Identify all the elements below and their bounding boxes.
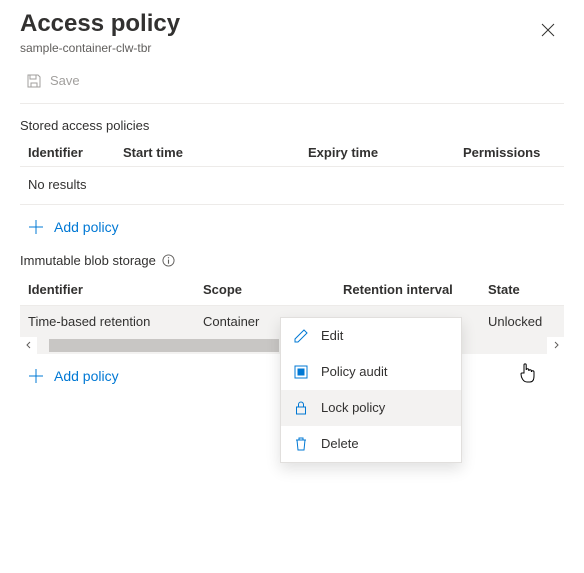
col-identifier: Identifier	[28, 145, 123, 160]
add-stored-policy-label: Add policy	[54, 219, 119, 235]
menu-item-label: Lock policy	[321, 400, 385, 415]
plus-icon	[28, 219, 44, 235]
menu-item-label: Edit	[321, 328, 343, 343]
delete-icon	[293, 436, 309, 452]
col-scope: Scope	[203, 282, 343, 297]
col-start-time: Start time	[123, 145, 308, 160]
stored-policies-header: Identifier Start time Expiry time Permis…	[20, 139, 564, 167]
page-title: Access policy	[20, 10, 180, 39]
save-button: Save	[20, 69, 86, 93]
chevron-right-icon	[552, 341, 560, 349]
scroll-right-arrow[interactable]	[547, 337, 564, 354]
info-icon[interactable]	[162, 254, 175, 267]
lock-icon	[293, 400, 309, 416]
page-subtitle: sample-container-clw-tbr	[20, 41, 180, 55]
immutable-header: Identifier Scope Retention interval Stat…	[20, 274, 564, 306]
plus-icon	[28, 368, 44, 384]
add-immutable-policy-label: Add policy	[54, 368, 119, 384]
col-identifier: Identifier	[28, 282, 203, 297]
cell-state: Unlocked	[488, 314, 556, 329]
edit-icon	[293, 328, 309, 344]
close-icon	[541, 23, 555, 37]
save-label: Save	[50, 73, 80, 88]
menu-item-policy-audit[interactable]: Policy audit	[281, 354, 461, 390]
col-state: State	[488, 282, 556, 297]
scroll-left-arrow[interactable]	[20, 337, 37, 354]
menu-item-label: Delete	[321, 436, 359, 451]
menu-item-label: Policy audit	[321, 364, 387, 379]
add-stored-policy-button[interactable]: Add policy	[20, 205, 564, 239]
cell-identifier: Time-based retention	[28, 314, 203, 329]
stored-policies-title: Stored access policies	[20, 118, 564, 133]
col-retention-interval: Retention interval	[343, 282, 488, 297]
scroll-thumb[interactable]	[49, 339, 279, 352]
chevron-left-icon	[25, 341, 33, 349]
audit-icon	[293, 364, 309, 380]
save-icon	[26, 73, 42, 89]
stored-policies-empty: No results	[20, 167, 564, 205]
menu-item-delete[interactable]: Delete	[281, 426, 461, 462]
context-menu: Edit Policy audit Lock policy Delete	[280, 317, 462, 463]
menu-item-lock-policy[interactable]: Lock policy	[281, 390, 461, 426]
immutable-title: Immutable blob storage	[20, 253, 156, 268]
col-permissions: Permissions	[463, 145, 556, 160]
close-button[interactable]	[532, 14, 564, 46]
cursor-pointer-icon	[518, 363, 536, 385]
menu-item-edit[interactable]: Edit	[281, 318, 461, 354]
col-expiry-time: Expiry time	[308, 145, 463, 160]
